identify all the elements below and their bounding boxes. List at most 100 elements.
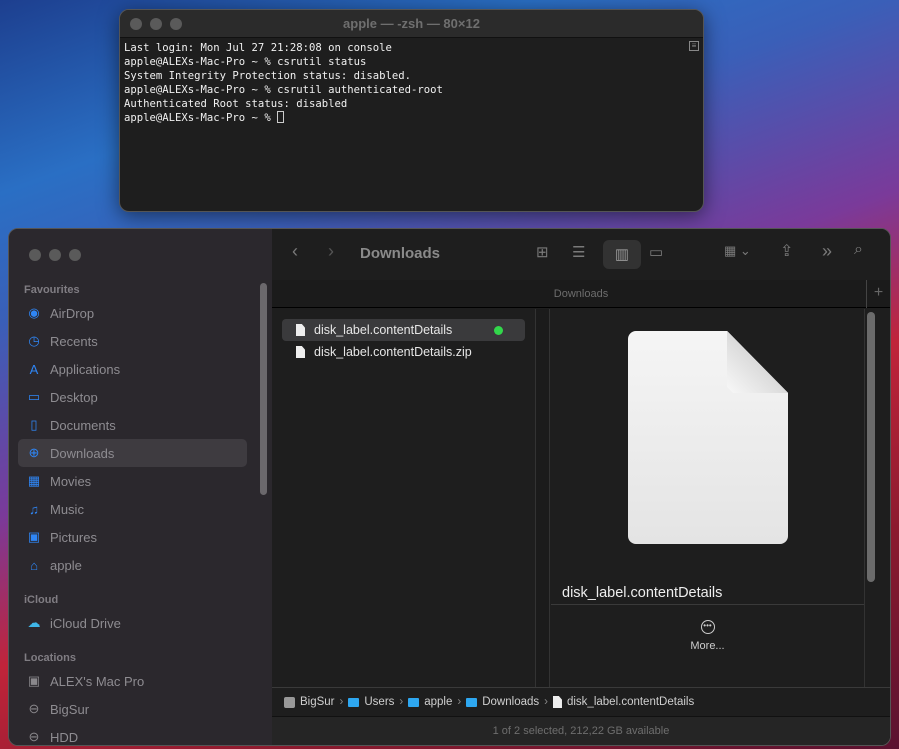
- search-button[interactable]: ⌕: [854, 241, 863, 259]
- folder-icon: [466, 697, 478, 707]
- sidebar-item-music[interactable]: ♫ Music: [18, 495, 247, 523]
- scroll-icon[interactable]: ≡: [689, 41, 699, 51]
- disk-icon: ⊖: [28, 701, 40, 716]
- file-row[interactable]: disk_label.contentDetails: [282, 319, 525, 341]
- terminal-line: apple@ALEXs-Mac-Pro ~ % csrutil authenti…: [124, 84, 443, 96]
- list-view-button[interactable]: ☰: [572, 243, 585, 261]
- sidebar-item-documents[interactable]: ▯ Documents: [18, 411, 247, 439]
- computer-icon: ▣: [27, 673, 41, 688]
- path-item[interactable]: Downloads: [482, 696, 539, 708]
- applications-icon: A: [29, 361, 39, 377]
- forward-button[interactable]: ›: [328, 241, 334, 262]
- path-item[interactable]: apple: [424, 696, 452, 708]
- minimize-button[interactable]: [150, 18, 162, 30]
- sidebar-item-pictures[interactable]: ▣ Pictures: [18, 523, 247, 551]
- terminal-title: apple — -zsh — 80×12: [343, 16, 480, 31]
- sidebar-item-label: apple: [50, 557, 82, 573]
- film-icon: ▦: [27, 473, 41, 488]
- column-resize-handle[interactable]: [536, 309, 550, 687]
- preview-scrollbar[interactable]: [864, 309, 878, 687]
- path-item[interactable]: disk_label.contentDetails: [567, 696, 694, 708]
- close-button[interactable]: [130, 18, 142, 30]
- path-item[interactable]: Users: [364, 696, 394, 708]
- terminal-output[interactable]: Last login: Mon Jul 27 21:28:08 on conso…: [120, 38, 703, 125]
- folder-icon: [348, 697, 360, 707]
- close-button[interactable]: [29, 249, 41, 261]
- sidebar-item-movies[interactable]: ▦ Movies: [18, 467, 247, 495]
- sidebar-item-label: BigSur: [50, 701, 90, 717]
- path-item[interactable]: BigSur: [300, 696, 335, 708]
- sidebar-item-bigsur[interactable]: ⊖ BigSur: [18, 695, 247, 723]
- zoom-button[interactable]: [69, 249, 81, 261]
- sidebar-item-label: HDD: [50, 729, 79, 745]
- back-button[interactable]: ‹: [292, 241, 298, 262]
- status-bar: 1 of 2 selected, 212,22 GB available: [272, 716, 890, 745]
- sidebar-item-desktop[interactable]: ▭ Desktop: [18, 383, 247, 411]
- disk-icon: [284, 696, 295, 708]
- window-title: Downloads: [360, 245, 441, 262]
- new-tab-button[interactable]: +: [866, 280, 890, 308]
- sidebar-item-downloads[interactable]: ⊕ Downloads: [18, 439, 247, 467]
- sidebar-item-label: iCloud Drive: [50, 615, 121, 631]
- window-controls[interactable]: [29, 249, 81, 261]
- sidebar-item-label: Downloads: [50, 445, 115, 461]
- tab-downloads[interactable]: Downloads +: [272, 280, 890, 308]
- column-view-button[interactable]: ▥: [603, 240, 641, 269]
- icon-view-button[interactable]: ⊞: [536, 243, 549, 261]
- folder-icon: [408, 697, 420, 707]
- file-name: disk_label.contentDetails: [314, 323, 453, 337]
- home-icon: ⌂: [30, 557, 38, 573]
- gallery-view-button[interactable]: ▭: [649, 243, 663, 261]
- sidebar-item-apple[interactable]: ⌂ apple: [18, 551, 247, 579]
- finder-window[interactable]: Favourites ◉ AirDrop ◷ Recents A Applications…: [8, 228, 891, 746]
- file-icon: [552, 696, 562, 708]
- file-name: disk_label.contentDetails.zip: [314, 345, 472, 359]
- ellipsis-icon: •••: [700, 620, 715, 634]
- terminal-prompt: apple@ALEXs-Mac-Pro ~ %: [124, 112, 278, 124]
- airdrop-icon: ◉: [28, 305, 40, 320]
- music-icon: ♫: [29, 501, 39, 517]
- file-icon: [296, 324, 305, 336]
- desktop-icon: ▭: [27, 389, 41, 404]
- minimize-button[interactable]: [49, 249, 61, 261]
- cursor: [277, 111, 285, 123]
- zip-file-icon: [296, 346, 305, 358]
- more-button[interactable]: ••• More...: [551, 619, 864, 652]
- preview-filename: disk_label.contentDetails: [562, 585, 723, 601]
- tab-label: Downloads: [553, 288, 609, 300]
- sidebar-item-label: Music: [50, 501, 84, 517]
- sidebar-item-hdd[interactable]: ⊖ HDD: [18, 723, 247, 745]
- sidebar-item-label: Recents: [50, 333, 98, 349]
- divider: [551, 604, 864, 605]
- sidebar-item-icloud-drive[interactable]: ☁ iCloud Drive: [18, 609, 247, 637]
- terminal-line: apple@ALEXs-Mac-Pro ~ % csrutil status: [124, 56, 367, 68]
- terminal-window[interactable]: apple — -zsh — 80×12 ≡ Last login: Mon J…: [119, 9, 704, 212]
- more-label: More...: [690, 640, 725, 652]
- section-locations: Locations: [24, 652, 76, 664]
- sidebar-item-label: Pictures: [50, 529, 97, 545]
- path-bar: BigSur › Users › apple › Downloads › disk_la…: [272, 687, 890, 716]
- more-toolbar-button[interactable]: »: [822, 241, 832, 262]
- file-row[interactable]: disk_label.contentDetails.zip: [282, 341, 525, 363]
- sidebar-item-applications[interactable]: A Applications: [18, 355, 247, 383]
- sidebar-item-recents[interactable]: ◷ Recents: [18, 327, 247, 355]
- file-column: disk_label.contentDetails disk_label.con…: [272, 309, 536, 687]
- document-icon: ▯: [30, 417, 38, 432]
- sidebar-item-alex-s-mac-pro[interactable]: ▣ ALEX's Mac Pro: [18, 667, 247, 695]
- section-icloud: iCloud: [24, 594, 59, 606]
- sidebar-item-label: Applications: [50, 361, 121, 377]
- terminal-line: Authenticated Root status: disabled: [124, 98, 348, 110]
- section-favourites: Favourites: [24, 284, 80, 296]
- terminal-line: Last login: Mon Jul 27 21:28:08 on conso…: [124, 42, 392, 54]
- group-button[interactable]: ▦ ⌄: [724, 243, 751, 259]
- sidebar-item-label: Desktop: [50, 389, 98, 405]
- window-controls[interactable]: [130, 18, 182, 30]
- zoom-button[interactable]: [170, 18, 182, 30]
- sidebar: Favourites ◉ AirDrop ◷ Recents A Applications…: [9, 229, 272, 745]
- sidebar-scrollbar[interactable]: [260, 283, 267, 495]
- share-button[interactable]: ⇪: [780, 241, 793, 261]
- sidebar-item-airdrop[interactable]: ◉ AirDrop: [18, 299, 247, 327]
- cloud-icon: ☁: [27, 615, 41, 630]
- terminal-titlebar[interactable]: apple — -zsh — 80×12: [120, 10, 703, 38]
- disk-icon: ⊖: [28, 729, 40, 744]
